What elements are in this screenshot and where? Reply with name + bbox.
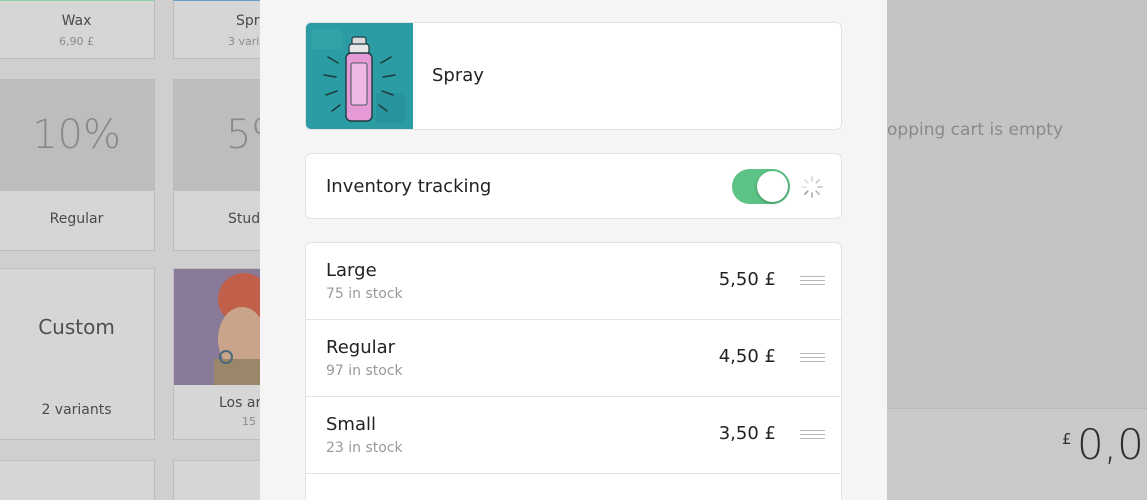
inventory-tracking-label: Inventory tracking — [326, 176, 492, 197]
product-tile-spray[interactable]: Spra 3 vari — [173, 0, 263, 59]
variant-stock: 75 in stock — [326, 286, 403, 302]
cart-panel: opping cart is empty £ 0,00 — [887, 0, 1147, 500]
product-tile-portrait[interactable]: Los ar 15 — [173, 268, 263, 440]
variant-row[interactable]: Regular 97 in stock 4,50 £ — [306, 320, 841, 397]
toggle-knob — [757, 171, 788, 202]
variant-name: Large — [326, 260, 377, 281]
tile-sub: 15 — [242, 415, 256, 428]
variant-stock: 23 in stock — [326, 440, 403, 456]
product-header-card: Spray — [305, 22, 842, 130]
variant-name: Small — [326, 414, 376, 435]
discount-value: 10% — [32, 112, 121, 158]
custom-tile[interactable]: Custom 2 variants — [0, 268, 155, 440]
tile-name: Spra — [236, 13, 262, 29]
currency-symbol: £ — [1062, 430, 1072, 448]
variant-price: 3,50 £ — [718, 423, 776, 444]
variant-price: 4,50 £ — [718, 346, 776, 367]
inventory-tracking-toggle[interactable] — [732, 169, 790, 204]
drag-handle-icon[interactable] — [800, 430, 825, 441]
loading-spinner-icon — [801, 176, 823, 198]
discount-tile-regular[interactable]: 10% Regular — [0, 79, 155, 251]
portrait-image — [174, 269, 262, 385]
variant-price: 5,50 £ — [718, 269, 776, 290]
discount-tile-student[interactable]: 5% Stud — [173, 79, 263, 251]
discount-name: Regular — [49, 211, 104, 227]
inventory-tracking-card: Inventory tracking — [305, 153, 842, 219]
variant-row[interactable]: Large 75 in stock 5,50 £ — [306, 243, 841, 320]
variant-row-partial[interactable] — [306, 474, 841, 500]
tile-name: Los ar — [219, 395, 262, 411]
tile-partial-1[interactable] — [0, 460, 155, 500]
cart-total: 0,00 — [1077, 420, 1147, 469]
tile-variants: 3 vari — [228, 35, 260, 48]
discount-name: Stud — [228, 211, 261, 227]
tile-price: 6,90 £ — [59, 35, 94, 48]
custom-name: Custom — [38, 315, 115, 339]
product-edit-modal: Spray Inventory tracking Large 75 in sto… — [260, 0, 887, 500]
tile-name: Wax — [61, 13, 92, 29]
discount-value: 5% — [226, 112, 262, 158]
cart-empty-text: opping cart is empty — [887, 120, 1064, 140]
variant-row[interactable]: Small 23 in stock 3,50 £ — [306, 397, 841, 474]
drag-handle-icon[interactable] — [800, 353, 825, 364]
product-thumbnail[interactable] — [306, 23, 413, 129]
product-name[interactable]: Spray — [432, 65, 484, 86]
drag-handle-icon[interactable] — [800, 276, 825, 287]
variant-stock: 97 in stock — [326, 363, 403, 379]
custom-variants: 2 variants — [41, 402, 112, 418]
spray-can-image — [306, 23, 413, 129]
tile-partial-2[interactable] — [173, 460, 263, 500]
product-tile-wax[interactable]: Wax 6,90 £ — [0, 0, 155, 59]
variant-name: Regular — [326, 337, 396, 358]
variants-list: Large 75 in stock 5,50 £ Regular 97 in s… — [305, 242, 842, 500]
